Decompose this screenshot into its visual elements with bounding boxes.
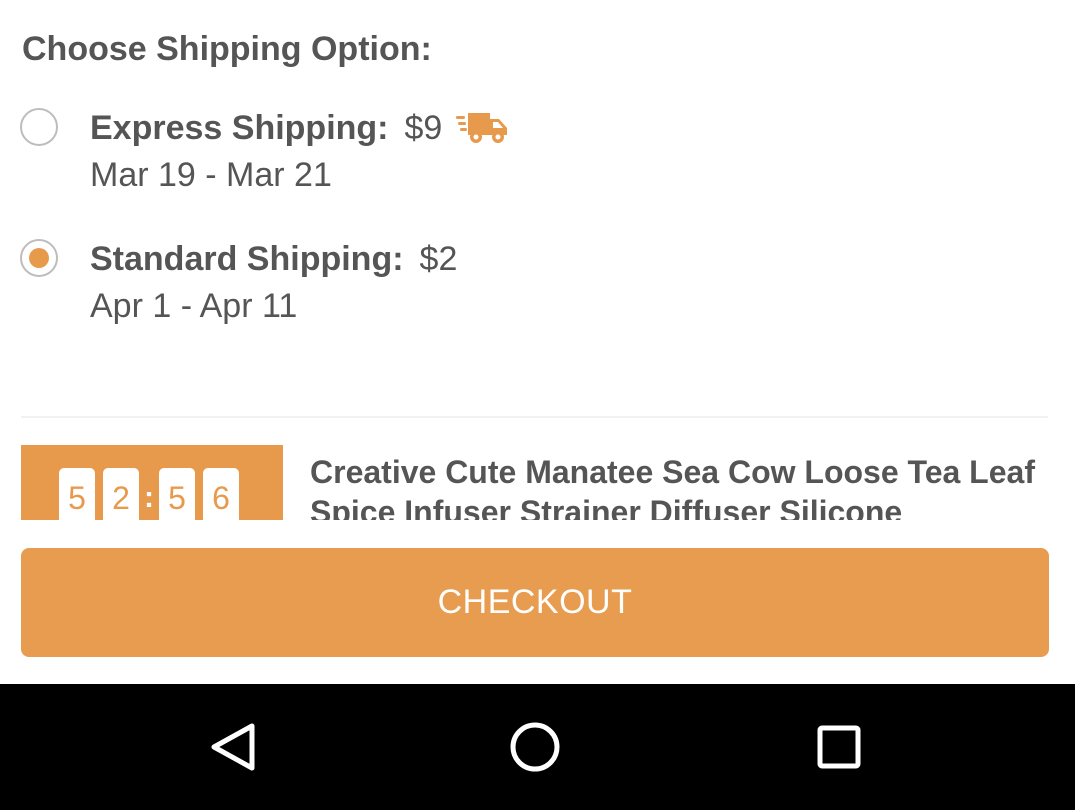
product-title[interactable]: Creative Cute Manatee Sea Cow Loose Tea … [310,452,1050,520]
express-option-price: $9 [404,108,443,147]
product-item[interactable]: 5 2 : 5 6 Creative Cute Manatee Sea Cow … [0,444,1075,520]
standard-option-line: Standard Shipping: $2 [90,237,457,281]
express-radio-button[interactable] [20,108,58,146]
standard-option-name: Standard Shipping: [90,239,404,278]
timer-digit: 5 [159,468,195,520]
standard-radio-button[interactable] [20,239,58,277]
standard-option-dates: Apr 1 - Apr 11 [90,287,298,325]
section-divider [21,416,1048,418]
system-navigation-bar [0,684,1075,810]
timer-digit: 6 [203,468,239,520]
back-icon[interactable] [200,714,266,780]
countdown-timer-box: 5 2 : 5 6 [21,445,283,520]
express-option-line: Express Shipping: $9 [90,106,510,150]
timer-digit: 5 [59,468,95,520]
timer-digit: 2 [103,468,139,520]
delivery-truck-icon [456,113,508,143]
home-icon[interactable] [502,714,568,780]
express-option-dates: Mar 19 - Mar 21 [90,156,332,194]
checkout-button[interactable]: CHECKOUT [21,548,1049,657]
express-option-name: Express Shipping: [90,108,389,147]
recents-icon[interactable] [806,714,872,780]
standard-option-price: $2 [419,239,458,278]
timer-separator: : [144,481,154,514]
radio-selected-dot [29,248,49,268]
shipping-section-title: Choose Shipping Option: [22,30,432,68]
shipping-screen: Choose Shipping Option: Express Shipping… [0,0,1075,810]
countdown-timer: 5 2 : 5 6 [59,468,247,520]
